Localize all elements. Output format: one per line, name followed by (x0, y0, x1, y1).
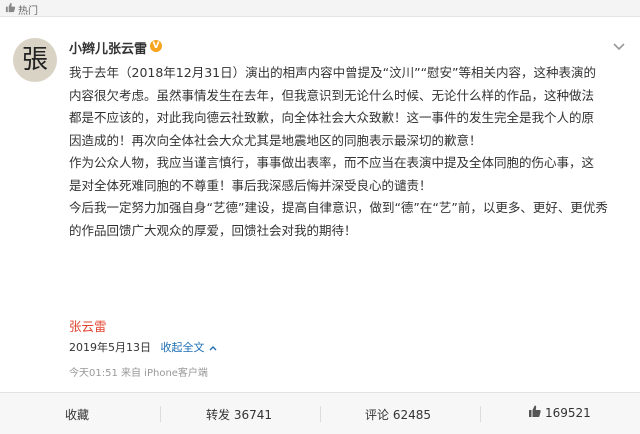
date-line: 2019年5月13日 收起全文 (69, 339, 218, 355)
divider (320, 406, 321, 422)
post-date: 2019年5月13日 (69, 341, 151, 354)
post-content: 我于去年（2018年12月31日）演出的相声内容中曾提及“汶川”“慰安”等相关内… (69, 62, 629, 242)
divider (160, 406, 161, 422)
avatar[interactable]: 張 (13, 38, 57, 82)
top-bar: 热门 (0, 0, 640, 17)
post-meta: 今天01:51 来自 iPhone客户端 (69, 368, 208, 379)
action-bar: 收藏 转发 36741 评论 62485 169521 (0, 392, 640, 434)
post-paragraph: 作为公众人物，我应当谨言慎行，事事做出表率，而不应当在表演中提及全体同胞的伤心事… (69, 155, 595, 193)
hot-label: 热门 (18, 6, 38, 17)
post-paragraph: 今后我一定努力加强自身“艺德”建设，提高自律意识，做到“德”在“艺”前，以更多、… (69, 200, 608, 238)
chevron-down-icon[interactable] (611, 41, 627, 53)
caret-up-icon (209, 346, 217, 351)
collapse-label: 收起全文 (160, 341, 205, 354)
username-link[interactable]: 小辫儿张云雷 (69, 38, 147, 57)
divider (480, 406, 481, 422)
like-icon[interactable] (528, 404, 542, 418)
comment-button[interactable]: 评论 62485 (365, 406, 431, 423)
collapse-link[interactable]: 收起全文 (161, 341, 219, 354)
thumbs-up-icon (5, 2, 16, 13)
verified-badge-icon: V (150, 40, 162, 52)
repost-button[interactable]: 转发 36741 (206, 406, 272, 423)
favorite-button[interactable]: 收藏 (65, 406, 89, 423)
signature: 张云雷 (69, 319, 107, 334)
like-count[interactable]: 169521 (545, 406, 591, 420)
post-paragraph: 我于去年（2018年12月31日）演出的相声内容中曾提及“汶川”“慰安”等相关内… (69, 65, 597, 148)
avatar-glyph: 張 (21, 45, 48, 75)
